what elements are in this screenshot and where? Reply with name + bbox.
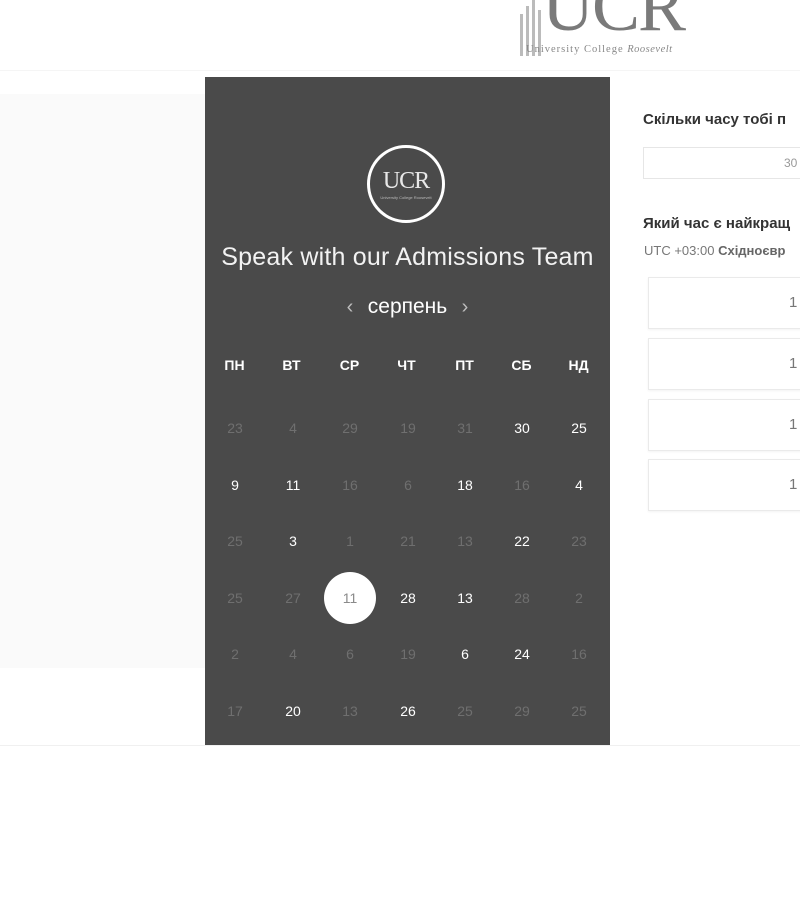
unavailable-day: 28 bbox=[514, 589, 530, 606]
duration-value: 30 bbox=[784, 156, 798, 170]
unavailable-day: 19 bbox=[400, 646, 416, 663]
calendar-panel: UCR University College Roosevelt Speak w… bbox=[205, 77, 610, 745]
unavailable-day: 21 bbox=[400, 533, 416, 550]
calendar-logo-text: UCR bbox=[382, 168, 430, 194]
unavailable-day: 25 bbox=[457, 703, 473, 719]
next-month-icon[interactable]: › bbox=[452, 296, 479, 319]
selected-day[interactable]: 11 bbox=[324, 571, 376, 624]
weekday-label: ЧТ bbox=[397, 357, 416, 373]
available-day[interactable]: 22 bbox=[496, 515, 548, 567]
logo-letters: UCR bbox=[542, 0, 686, 46]
weekday-label: ПТ bbox=[455, 357, 474, 373]
available-day[interactable]: 13 bbox=[439, 572, 491, 624]
time-slot-label: 1 bbox=[789, 416, 798, 433]
time-question: Який час є найкращ bbox=[643, 215, 791, 232]
duration-select[interactable]: 30 bbox=[643, 147, 800, 179]
unavailable-day: 4 bbox=[289, 646, 297, 663]
available-day[interactable]: 24 bbox=[496, 628, 548, 680]
unavailable-day: 6 bbox=[346, 646, 354, 663]
available-day[interactable]: 11 bbox=[267, 459, 319, 511]
unavailable-day: 16 bbox=[571, 646, 587, 663]
available-day[interactable]: 4 bbox=[553, 459, 605, 511]
available-day[interactable]: 3 bbox=[267, 515, 319, 567]
ucr-logo: UCR University College Roosevelt bbox=[512, 0, 712, 64]
unavailable-day: 13 bbox=[457, 533, 473, 550]
available-day[interactable]: 18 bbox=[439, 459, 491, 511]
unavailable-day: 25 bbox=[571, 703, 587, 719]
weekday-label: СБ bbox=[511, 357, 532, 373]
time-slot-label: 1 bbox=[789, 476, 798, 493]
unavailable-day: 27 bbox=[285, 589, 301, 606]
available-day[interactable]: 20 bbox=[267, 685, 319, 737]
logo-subtitle: University College Roosevelt bbox=[526, 44, 673, 55]
unavailable-day: 1 bbox=[346, 533, 354, 550]
unavailable-day: 25 bbox=[227, 589, 243, 606]
available-day[interactable]: 28 bbox=[382, 572, 434, 624]
unavailable-day: 31 bbox=[457, 420, 473, 436]
time-slot[interactable]: 1 bbox=[648, 459, 800, 511]
calendar-logo-badge: UCR University College Roosevelt bbox=[367, 145, 445, 223]
unavailable-day: 17 bbox=[227, 703, 243, 719]
weekday-label: ВТ bbox=[282, 357, 301, 373]
weekday-label: НД bbox=[568, 357, 589, 373]
month-label: серпень bbox=[367, 295, 448, 318]
available-day[interactable]: 30 bbox=[496, 402, 548, 454]
unavailable-day: 2 bbox=[231, 646, 239, 663]
month-navigation: ‹ серпень › bbox=[205, 295, 610, 319]
unavailable-day: 6 bbox=[404, 476, 412, 493]
duration-question: Скільки часу тобі п bbox=[643, 111, 787, 128]
available-day[interactable]: 26 bbox=[382, 685, 434, 737]
unavailable-day: 29 bbox=[342, 420, 358, 436]
unavailable-day: 16 bbox=[342, 476, 358, 493]
unavailable-day: 23 bbox=[571, 533, 587, 550]
unavailable-day: 29 bbox=[514, 703, 530, 719]
available-day[interactable]: 25 bbox=[553, 402, 605, 454]
time-slot-label: 1 bbox=[789, 294, 798, 311]
unavailable-day: 23 bbox=[227, 420, 243, 436]
footer-divider bbox=[0, 745, 800, 746]
unavailable-day: 25 bbox=[227, 533, 243, 550]
time-slot-label: 1 bbox=[789, 355, 798, 372]
unavailable-day: 19 bbox=[400, 420, 416, 436]
unavailable-day: 2 bbox=[575, 589, 583, 606]
prev-month-icon[interactable]: ‹ bbox=[337, 296, 364, 319]
timezone-label: UTC +03:00 Східноєвр bbox=[644, 243, 786, 258]
unavailable-day: 16 bbox=[514, 476, 530, 493]
time-slot[interactable]: 1 bbox=[648, 338, 800, 390]
time-slot[interactable]: 1 bbox=[648, 399, 800, 451]
unavailable-day: 4 bbox=[289, 420, 297, 436]
weekday-header: ПН ВТ СР ЧТ ПТ СБ НД bbox=[205, 357, 610, 377]
header-divider bbox=[0, 70, 800, 71]
calendar-logo-subtext: University College Roosevelt bbox=[380, 195, 432, 200]
available-day[interactable]: 6 bbox=[439, 628, 491, 680]
weekday-label: ПН bbox=[224, 357, 245, 373]
available-day[interactable]: 9 bbox=[209, 459, 261, 511]
weekday-label: СР bbox=[339, 357, 360, 373]
left-background-panel bbox=[0, 94, 205, 668]
calendar-title: Speak with our Admissions Team bbox=[221, 243, 594, 271]
unavailable-day: 13 bbox=[342, 703, 358, 719]
time-slot[interactable]: 1 bbox=[648, 277, 800, 329]
